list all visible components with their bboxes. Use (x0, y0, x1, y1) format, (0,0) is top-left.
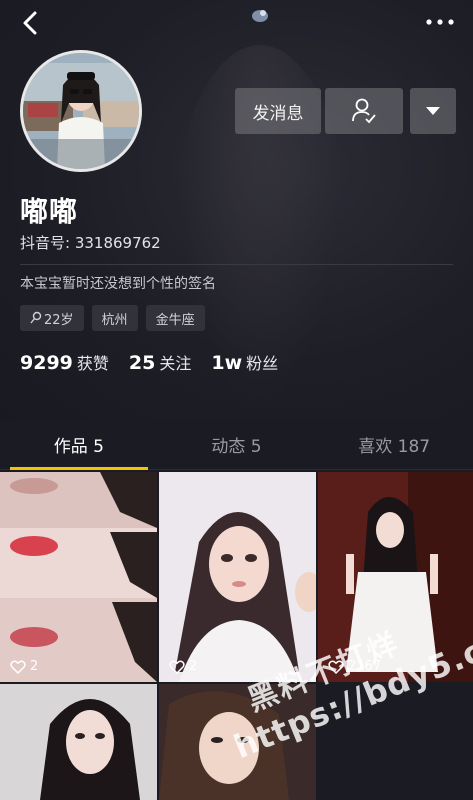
douyin-id: 抖音号: 331869762 (20, 234, 161, 252)
app-logo-icon (252, 10, 268, 22)
following-label: 关注 (159, 354, 192, 373)
video-thumbnail-3[interactable]: 2167 (318, 472, 473, 682)
follow-user-icon (352, 98, 376, 124)
top-bar (0, 0, 473, 44)
followers-label: 粉丝 (246, 354, 279, 373)
avatar-photo (23, 53, 139, 169)
video-likes: 2 (169, 659, 197, 674)
city-tag: 杭州 (91, 305, 138, 331)
send-message-label: 发消息 (252, 103, 304, 124)
profile-tags: 22岁 杭州 金牛座 (20, 305, 205, 331)
profile-tabs: 作品 5 动态 5 喜欢 187 (0, 418, 473, 470)
tab-likes[interactable]: 喜欢 187 (315, 418, 473, 469)
nickname: 嘟嘟 (20, 195, 79, 228)
video-thumbnail-4[interactable] (0, 684, 157, 800)
video-thumbnail-2[interactable]: 2 (159, 472, 316, 682)
following-count: 25 (128, 352, 156, 374)
video-likes: 2167 (328, 659, 381, 674)
video-likes-count: 2 (189, 659, 198, 674)
profile-stats: 9299 获赞 25 关注 1w 粉丝 (20, 350, 278, 374)
city-tag-label: 杭州 (101, 312, 128, 328)
heart-icon (10, 659, 26, 674)
followers-stat[interactable]: 1w 粉丝 (211, 350, 278, 374)
video-likes-count: 2167 (348, 659, 382, 674)
bio: 本宝宝暂时还没想到个性的签名 (20, 276, 216, 292)
video-likes: 2 (10, 659, 38, 674)
following-stat[interactable]: 25 关注 (129, 350, 191, 374)
video-likes-count: 2 (30, 659, 39, 674)
video-thumbnail-image (0, 684, 157, 800)
likes-label: 获赞 (76, 354, 109, 373)
triangle-down-icon (426, 107, 440, 115)
age-tag-label: 22岁 (44, 312, 74, 328)
zodiac-tag-label: 金牛座 (155, 312, 195, 328)
heart-icon (328, 659, 344, 674)
followers-count: 1w (211, 352, 243, 374)
follow-button[interactable] (325, 88, 403, 134)
video-thumbnail-image (159, 472, 316, 682)
video-thumbnail-image (159, 684, 316, 800)
female-icon (30, 311, 42, 324)
video-thumbnail-image (0, 472, 157, 682)
zodiac-tag: 金牛座 (145, 305, 205, 331)
video-grid: 2 2 2167 (0, 472, 473, 800)
tab-moments[interactable]: 动态 5 (158, 418, 316, 469)
back-arrow-icon[interactable] (18, 10, 44, 36)
video-thumbnail-1[interactable]: 2 (0, 472, 157, 682)
video-thumbnail-5[interactable] (159, 684, 316, 800)
heart-icon (169, 659, 185, 674)
age-tag: 22岁 (20, 305, 84, 331)
tab-works[interactable]: 作品 5 (0, 418, 158, 470)
divider (20, 264, 453, 265)
send-message-button[interactable]: 发消息 (235, 88, 321, 134)
more-options-icon[interactable] (423, 12, 457, 32)
likes-count: 9299 (20, 352, 73, 374)
likes-stat[interactable]: 9299 获赞 (20, 350, 109, 374)
recommend-dropdown-button[interactable] (410, 88, 456, 134)
video-thumbnail-image (318, 472, 473, 682)
avatar[interactable] (20, 50, 142, 172)
